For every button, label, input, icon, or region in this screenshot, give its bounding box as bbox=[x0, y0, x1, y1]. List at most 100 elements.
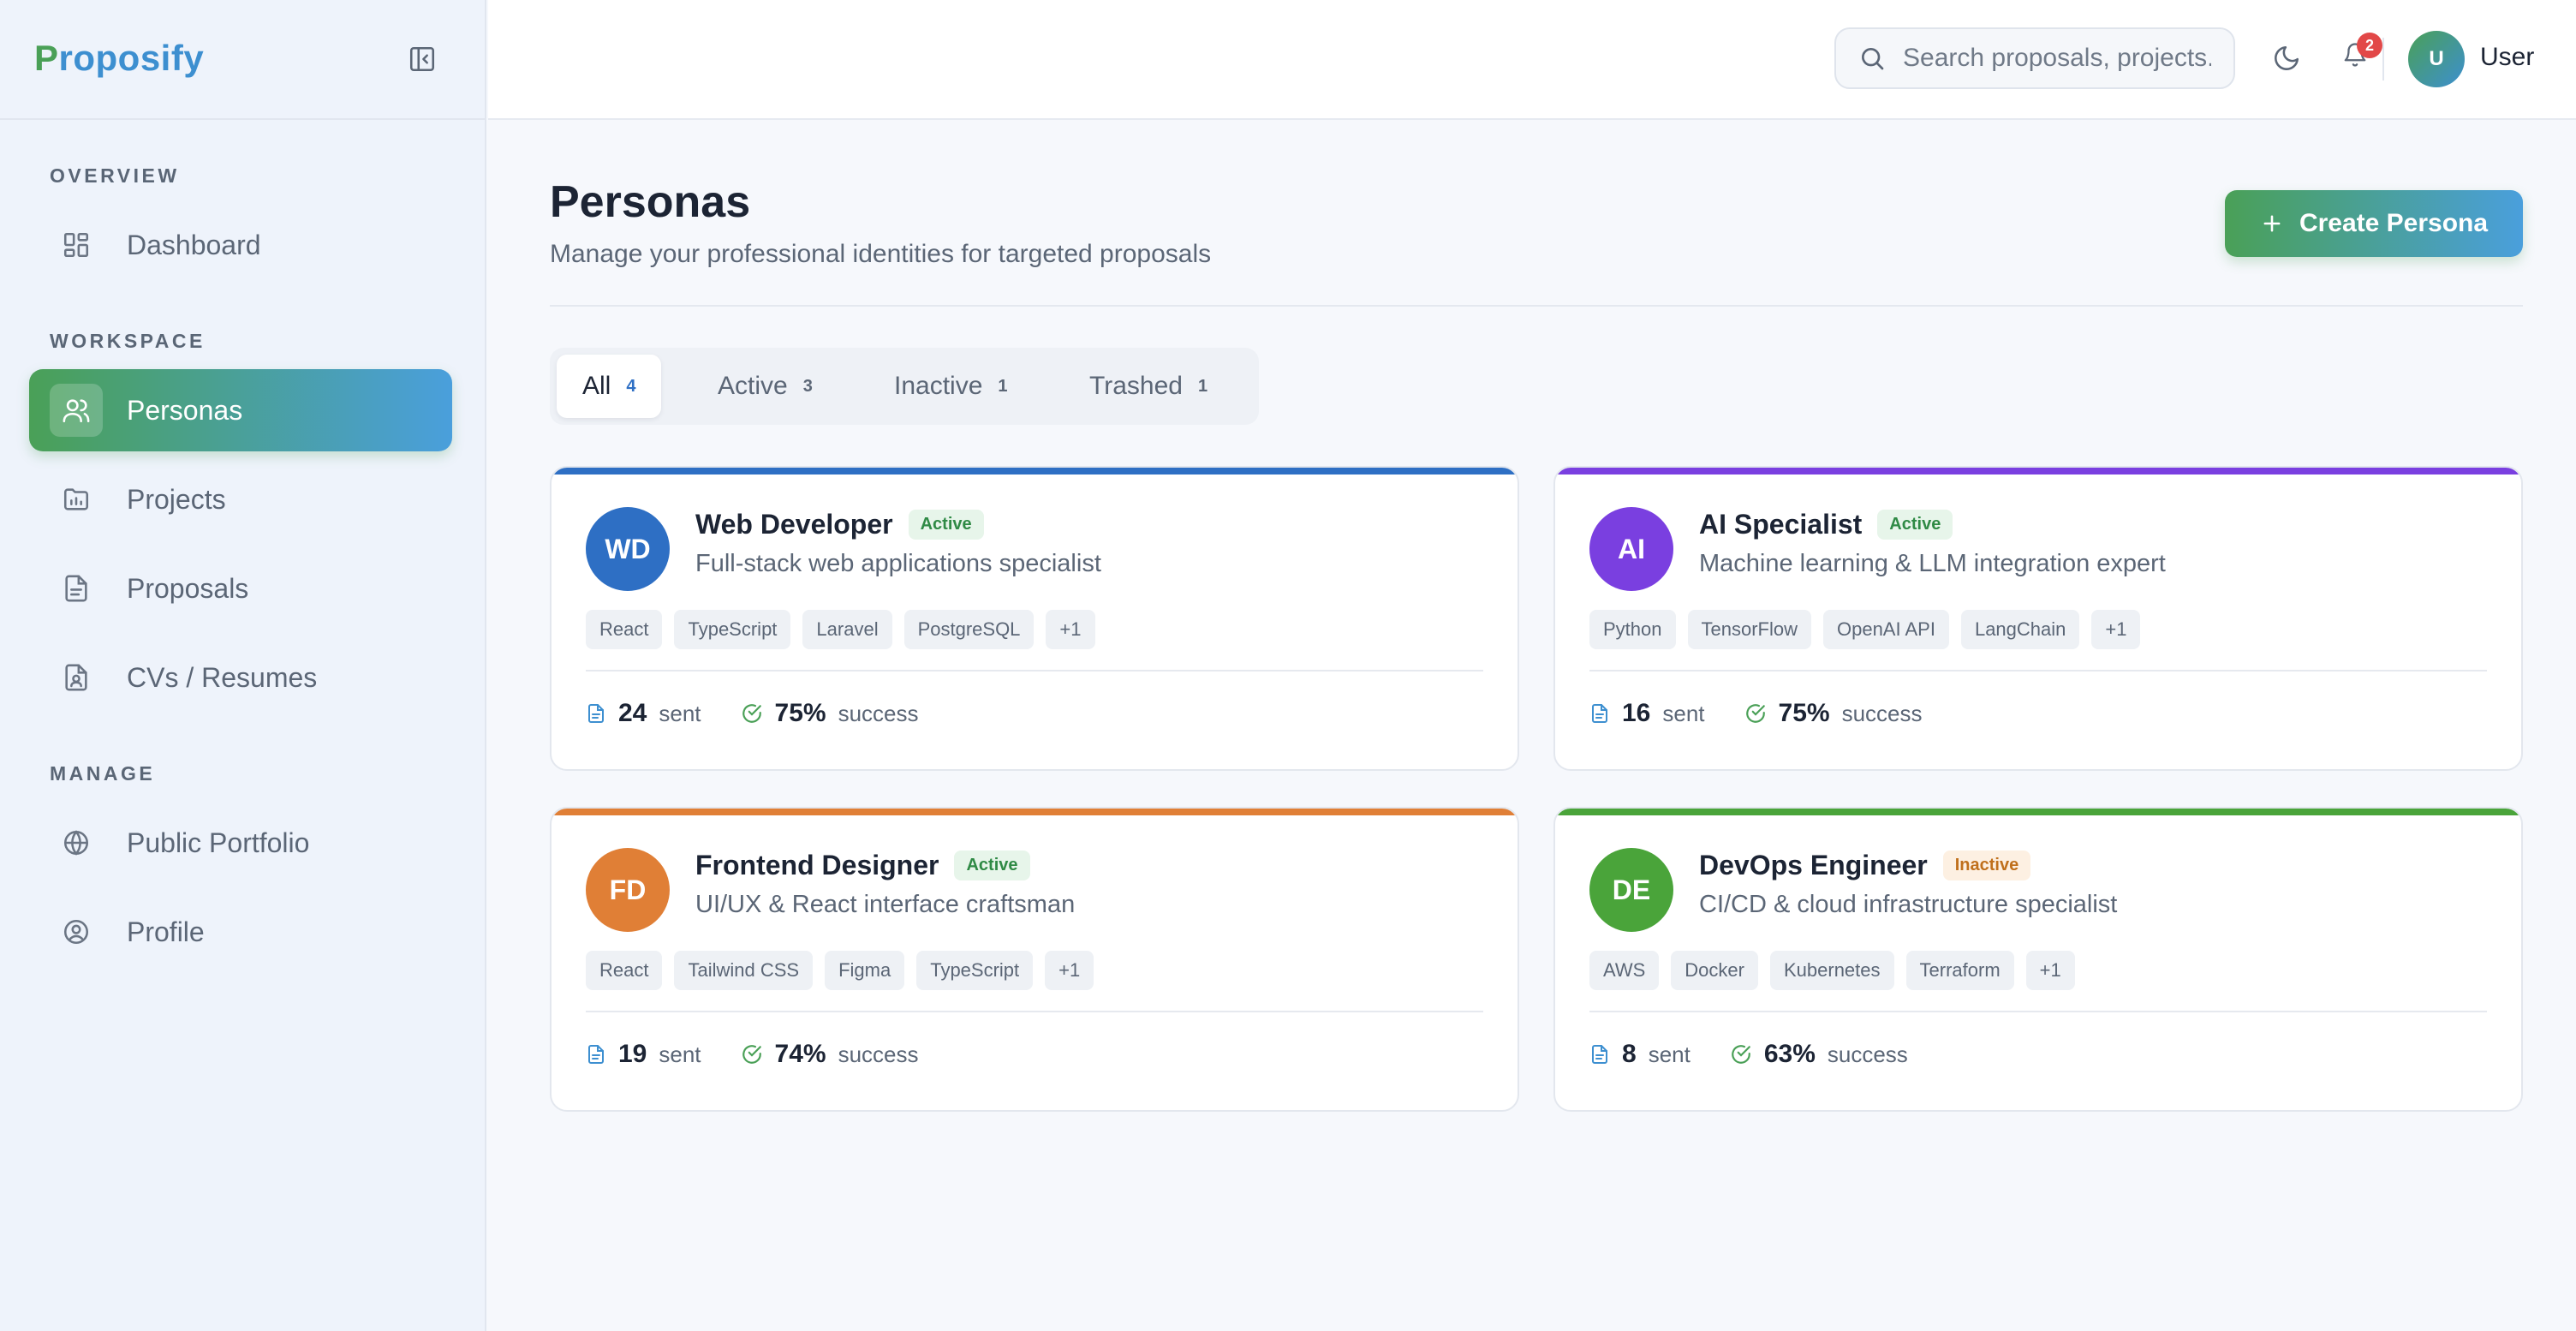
collapse-sidebar-button[interactable] bbox=[406, 43, 438, 75]
status-badge: Active bbox=[954, 851, 1030, 880]
card-divider bbox=[586, 1011, 1483, 1012]
more-tags: +1 bbox=[2091, 610, 2141, 649]
persona-avatar: DE bbox=[1589, 848, 1673, 932]
persona-stats: 8 sent 63% success bbox=[1589, 1040, 1908, 1069]
persona-stats: 24 sent 75% success bbox=[586, 699, 919, 728]
success-rate: 75% bbox=[1778, 699, 1830, 727]
skill-tag: TypeScript bbox=[916, 951, 1034, 990]
tab-count: 1 bbox=[1197, 376, 1208, 396]
skill-tag: Kubernetes bbox=[1769, 951, 1894, 990]
brand-logo-initial: P bbox=[34, 38, 59, 78]
persona-card-ai-specialist[interactable]: AI AI Specialist Active Machine learning… bbox=[1553, 466, 2523, 771]
persona-name: DevOps Engineer bbox=[1699, 850, 1928, 880]
search-input[interactable] bbox=[1903, 44, 2211, 73]
sent-label: sent bbox=[659, 700, 701, 726]
header-divider bbox=[2382, 38, 2384, 81]
skill-tag: Laravel bbox=[802, 610, 892, 649]
skill-tag: Tailwind CSS bbox=[674, 951, 814, 990]
persona-description: Machine learning & LLM integration exper… bbox=[1699, 550, 2166, 577]
card-accent-bar bbox=[1555, 809, 2521, 815]
top-header: 2 U User bbox=[488, 0, 2576, 120]
sidebar-item-proposals[interactable]: Proposals bbox=[29, 547, 452, 630]
users-icon bbox=[50, 384, 103, 437]
sidebar-item-personas[interactable]: Personas bbox=[29, 369, 452, 451]
brand-logo[interactable]: Proposify bbox=[34, 34, 204, 82]
persona-avatar: FD bbox=[586, 848, 670, 932]
avatar[interactable]: U bbox=[2408, 31, 2465, 87]
search-box[interactable] bbox=[1834, 27, 2235, 89]
success-label: success bbox=[1827, 1041, 1908, 1067]
sidebar-divider bbox=[0, 118, 486, 120]
tab-active[interactable]: Active 3 bbox=[704, 355, 826, 418]
document-icon bbox=[50, 562, 103, 615]
persona-description: UI/UX & React interface craftsman bbox=[695, 891, 1076, 918]
globe-icon bbox=[50, 816, 103, 869]
skill-tags: AWS Docker Kubernetes Terraform +1 bbox=[1589, 951, 2075, 990]
sidebar-item-dashboard[interactable]: Dashboard bbox=[29, 204, 452, 286]
page-subtitle: Manage your professional identities for … bbox=[550, 240, 1212, 268]
tab-count: 4 bbox=[626, 376, 636, 396]
skill-tags: React Tailwind CSS Figma TypeScript +1 bbox=[586, 951, 1094, 990]
persona-card-web-developer[interactable]: WD Web Developer Active Full-stack web a… bbox=[550, 466, 1519, 771]
tab-inactive[interactable]: Inactive 1 bbox=[880, 355, 1022, 418]
card-accent-bar bbox=[552, 809, 1518, 815]
skill-tags: Python TensorFlow OpenAI API LangChain +… bbox=[1589, 610, 2141, 649]
sidebar-item-profile[interactable]: Profile bbox=[29, 891, 452, 973]
document-icon bbox=[588, 1045, 604, 1064]
tab-trashed[interactable]: Trashed 1 bbox=[1076, 355, 1221, 418]
skill-tag: PostgreSQL bbox=[903, 610, 1035, 649]
skill-tag: OpenAI API bbox=[1822, 610, 1949, 649]
persona-description: CI/CD & cloud infrastructure specialist bbox=[1699, 891, 2118, 918]
sidebar-item-projects[interactable]: Projects bbox=[29, 458, 452, 540]
sent-count: 24 bbox=[618, 699, 647, 727]
user-name[interactable]: User bbox=[2480, 43, 2534, 72]
notification-count-badge: 2 bbox=[2357, 33, 2382, 58]
theme-toggle-button[interactable] bbox=[2263, 34, 2311, 82]
card-accent-bar bbox=[552, 468, 1518, 475]
sidebar-item-label: Public Portfolio bbox=[127, 827, 310, 858]
persona-stats: 19 sent 74% success bbox=[586, 1040, 919, 1069]
sidebar-item-public-portfolio[interactable]: Public Portfolio bbox=[29, 802, 452, 884]
status-badge: Active bbox=[1877, 510, 1953, 540]
tab-all[interactable]: All 4 bbox=[557, 355, 662, 418]
sent-count: 8 bbox=[1622, 1040, 1637, 1068]
skill-tag: React bbox=[586, 951, 663, 990]
persona-name-row: Web Developer Active bbox=[695, 509, 984, 540]
sidebar-item-label: Profile bbox=[127, 916, 205, 947]
sidebar-item-label: Proposals bbox=[127, 572, 249, 604]
success-rate: 75% bbox=[774, 699, 826, 727]
tab-label: Active bbox=[718, 372, 788, 400]
folder-chart-icon bbox=[50, 473, 103, 526]
sent-label: sent bbox=[659, 1041, 701, 1067]
sidebar-item-cvs-resumes[interactable]: CVs / Resumes bbox=[29, 636, 452, 719]
sidebar-collapse-icon bbox=[409, 46, 435, 72]
sidebar-item-label: CVs / Resumes bbox=[127, 661, 318, 693]
card-divider bbox=[1589, 1011, 2487, 1012]
skill-tag: Python bbox=[1589, 610, 1676, 649]
check-circle-icon bbox=[1732, 1045, 1750, 1064]
document-icon bbox=[1592, 1045, 1607, 1064]
more-tags: +1 bbox=[2025, 951, 2075, 990]
persona-name-row: Frontend Designer Active bbox=[695, 850, 1030, 881]
card-accent-bar bbox=[1555, 468, 2521, 475]
sidebar-item-label: Projects bbox=[127, 483, 226, 515]
persona-avatar: WD bbox=[586, 507, 670, 591]
check-circle-icon bbox=[1745, 704, 1765, 723]
tab-count: 1 bbox=[998, 376, 1008, 396]
sent-count: 19 bbox=[618, 1040, 647, 1068]
plus-icon bbox=[2263, 215, 2281, 232]
sent-label: sent bbox=[1648, 1041, 1690, 1067]
document-icon bbox=[588, 704, 604, 723]
notifications-button[interactable]: 2 bbox=[2331, 31, 2382, 79]
section-label-workspace: WORKSPACE bbox=[50, 330, 206, 352]
persona-stats: 16 sent 75% success bbox=[1589, 699, 1923, 728]
persona-card-devops-engineer[interactable]: DE DevOps Engineer Inactive CI/CD & clou… bbox=[1553, 807, 2523, 1112]
skill-tag: Figma bbox=[825, 951, 905, 990]
moon-icon bbox=[2275, 45, 2299, 70]
file-user-icon bbox=[50, 651, 103, 704]
skill-tag: TensorFlow bbox=[1687, 610, 1811, 649]
skill-tags: React TypeScript Laravel PostgreSQL +1 bbox=[586, 610, 1095, 649]
create-persona-button[interactable]: Create Persona bbox=[2225, 190, 2523, 257]
persona-card-frontend-designer[interactable]: FD Frontend Designer Active UI/UX & Reac… bbox=[550, 807, 1519, 1112]
tab-label: Inactive bbox=[894, 372, 983, 400]
